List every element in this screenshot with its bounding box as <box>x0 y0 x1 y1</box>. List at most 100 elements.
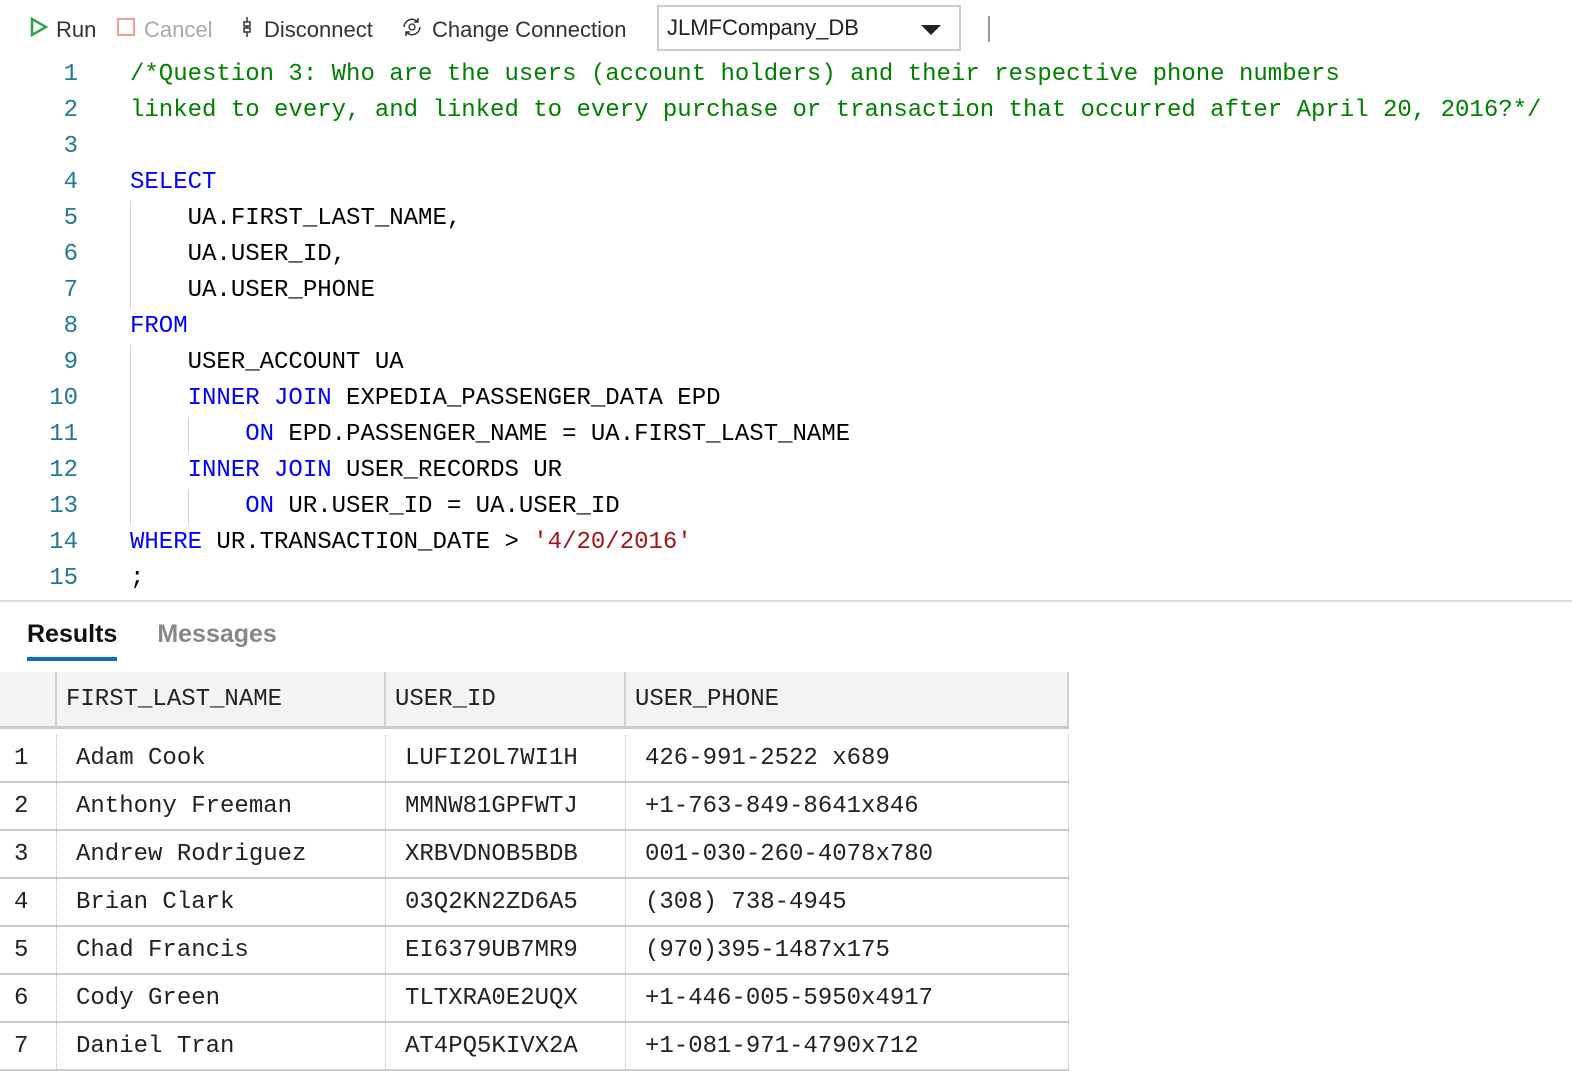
table-cell[interactable]: EI6379UB7MR9 <box>386 927 626 973</box>
code-line[interactable]: 1 /*Question 3: Who are the users (accoun… <box>0 57 1572 93</box>
line-number: 5 <box>63 205 78 232</box>
code-text: USER_ACCOUNT UA <box>130 345 404 381</box>
code-line[interactable]: 15; <box>0 561 1572 597</box>
code-line[interactable]: 7 UA.USER_PHONE <box>0 273 1572 309</box>
table-cell[interactable]: Daniel Tran <box>57 1023 386 1069</box>
row-number: 3 <box>0 831 57 877</box>
sql-editor[interactable]: 1 /*Question 3: Who are the users (accoun… <box>0 57 1572 597</box>
disconnect-button[interactable]: Disconnect <box>238 15 373 45</box>
table-cell[interactable]: (308) 738-4945 <box>626 879 1069 925</box>
table-cell[interactable]: 426-991-2522 x689 <box>626 735 1069 781</box>
tab-messages[interactable]: Messages <box>157 620 277 661</box>
table-cell[interactable]: XRBVDNOB5BDB <box>386 831 626 877</box>
change-connection-button[interactable]: Change Connection <box>400 15 626 45</box>
code-line[interactable]: 9 USER_ACCOUNT UA <box>0 345 1572 381</box>
line-number: 9 <box>63 349 78 376</box>
row-number: 1 <box>0 735 57 781</box>
code-text: UA.USER_ID, <box>130 237 346 273</box>
code-line[interactable]: 2 linked to every, and linked to every pu… <box>0 93 1572 129</box>
pane-divider[interactable] <box>0 600 1572 602</box>
row-number: 2 <box>0 783 57 829</box>
sql-keyword: ON <box>245 493 275 520</box>
sql-token: EPD.PASSENGER_NAME = UA.FIRST_LAST_NAME <box>274 421 851 448</box>
code-line[interactable]: 10 INNER JOIN EXPEDIA_PASSENGER_DATA EPD <box>0 381 1572 417</box>
sql-token: UA.FIRST_LAST_NAME, <box>130 205 462 232</box>
code-line[interactable]: 12 INNER JOIN USER_RECORDS UR <box>0 453 1572 489</box>
table-cell[interactable]: Brian Clark <box>57 879 386 925</box>
line-number: 15 <box>49 565 78 592</box>
code-line[interactable]: 5 UA.FIRST_LAST_NAME, <box>0 201 1572 237</box>
code-line[interactable]: 14 WHERE UR.TRANSACTION_DATE > '4/20/2016… <box>0 525 1572 561</box>
code-line[interactable]: 6 UA.USER_ID, <box>0 237 1572 273</box>
code-text: SELECT <box>130 165 216 201</box>
table-cell[interactable]: LUFI2OL7WI1H <box>386 735 626 781</box>
cancel-button[interactable]: Cancel <box>116 17 212 43</box>
table-cell[interactable]: Andrew Rodriguez <box>57 831 386 877</box>
sql-token: UA.USER_ID, <box>130 241 347 268</box>
table-cell[interactable]: Adam Cook <box>57 735 386 781</box>
line-number: 4 <box>63 169 78 196</box>
run-label: Run <box>56 17 97 42</box>
line-number: 2 <box>63 97 78 124</box>
line-number: 8 <box>63 313 78 340</box>
table-cell[interactable]: +1-446-005-5950x4917 <box>626 975 1069 1021</box>
table-cell[interactable]: (970)395-1487x175 <box>626 927 1069 973</box>
sql-keyword: WHERE <box>130 529 203 556</box>
sql-comment: /*Question 3: Who are the users (account… <box>130 61 1340 88</box>
table-cell[interactable]: +1-763-849-8641x846 <box>626 783 1069 829</box>
table-cell[interactable]: Anthony Freeman <box>57 783 386 829</box>
run-button[interactable]: Run <box>30 16 97 43</box>
table-row[interactable]: 6 Cody Green TLTXRA0E2UQX +1-446-005-5950x4… <box>0 975 1069 1023</box>
table-row[interactable]: 1 Adam Cook LUFI2OL7WI1H 426-991-2522 x689 <box>0 735 1069 783</box>
line-number: 7 <box>63 277 78 304</box>
table-cell[interactable]: MMNW81GPFWTJ <box>386 783 626 829</box>
row-number: 4 <box>0 879 57 925</box>
table-cell[interactable]: Chad Francis <box>57 927 386 973</box>
sql-keyword: FROM <box>130 313 188 340</box>
code-line[interactable]: 13 ON UR.USER_ID = UA.USER_ID <box>0 489 1572 525</box>
grid-header: FIRST_LAST_NAME USER_ID USER_PHONE <box>0 672 1069 729</box>
column-header[interactable]: USER_PHONE <box>626 672 1069 726</box>
play-icon <box>30 16 49 43</box>
table-cell[interactable]: 001-030-260-4078x780 <box>626 831 1069 877</box>
sql-string: '4/20/2016' <box>533 529 692 556</box>
sql-token: ; <box>130 565 145 592</box>
line-number: 6 <box>63 241 78 268</box>
database-select[interactable]: JLMFCompany_DB <box>657 5 961 51</box>
table-cell[interactable]: AT4PQ5KIVX2A <box>386 1023 626 1069</box>
line-number: 10 <box>49 385 78 412</box>
sql-token: UR.USER_ID = UA.USER_ID <box>274 493 620 520</box>
code-text: WHERE UR.TRANSACTION_DATE > '4/20/2016' <box>130 525 692 561</box>
results-tabs: Results Messages <box>27 620 317 661</box>
code-text: INNER JOIN USER_RECORDS UR <box>130 453 562 489</box>
code-line[interactable]: 3 <box>0 129 1572 165</box>
table-cell[interactable]: 03Q2KN2ZD6A5 <box>386 879 626 925</box>
table-row[interactable]: 5 Chad Francis EI6379UB7MR9 (970)395-1487x1… <box>0 927 1069 975</box>
code-line[interactable]: 4 SELECT <box>0 165 1572 201</box>
table-row[interactable]: 2 Anthony Freeman MMNW81GPFWTJ +1-763-849-8… <box>0 783 1069 831</box>
table-cell[interactable]: TLTXRA0E2UQX <box>386 975 626 1021</box>
column-header[interactable]: USER_ID <box>386 672 626 726</box>
code-text: linked to every, and linked to every pur… <box>130 93 1541 129</box>
table-cell[interactable]: +1-081-971-4790x712 <box>626 1023 1069 1069</box>
results-grid: FIRST_LAST_NAME USER_ID USER_PHONE 1 Adam… <box>0 672 1069 1071</box>
change-connection-label: Change Connection <box>432 17 627 42</box>
row-number: 7 <box>0 1023 57 1069</box>
code-line[interactable]: 8 FROM <box>0 309 1572 345</box>
table-row[interactable]: 7 Daniel Tran AT4PQ5KIVX2A +1-081-971-4790x… <box>0 1023 1069 1071</box>
chevron-down-icon <box>921 25 941 35</box>
table-row[interactable]: 3 Andrew Rodriguez XRBVDNOB5BDB 001-030-260… <box>0 831 1069 879</box>
column-header[interactable]: FIRST_LAST_NAME <box>57 672 386 726</box>
code-text: ; <box>130 561 144 597</box>
code-line[interactable]: 11 ON EPD.PASSENGER_NAME = UA.FIRST_LAST… <box>0 417 1572 453</box>
cancel-label: Cancel <box>144 17 213 42</box>
sql-token: EXPEDIA_PASSENGER_DATA EPD <box>331 385 721 412</box>
code-text: FROM <box>130 309 188 345</box>
table-row[interactable]: 4 Brian Clark 03Q2KN2ZD6A5 (308) 738-4945 <box>0 879 1069 927</box>
tab-results[interactable]: Results <box>27 620 118 661</box>
table-cell[interactable]: Cody Green <box>57 975 386 1021</box>
sql-keyword: INNER JOIN <box>187 385 332 412</box>
sql-keyword: ON <box>245 421 275 448</box>
